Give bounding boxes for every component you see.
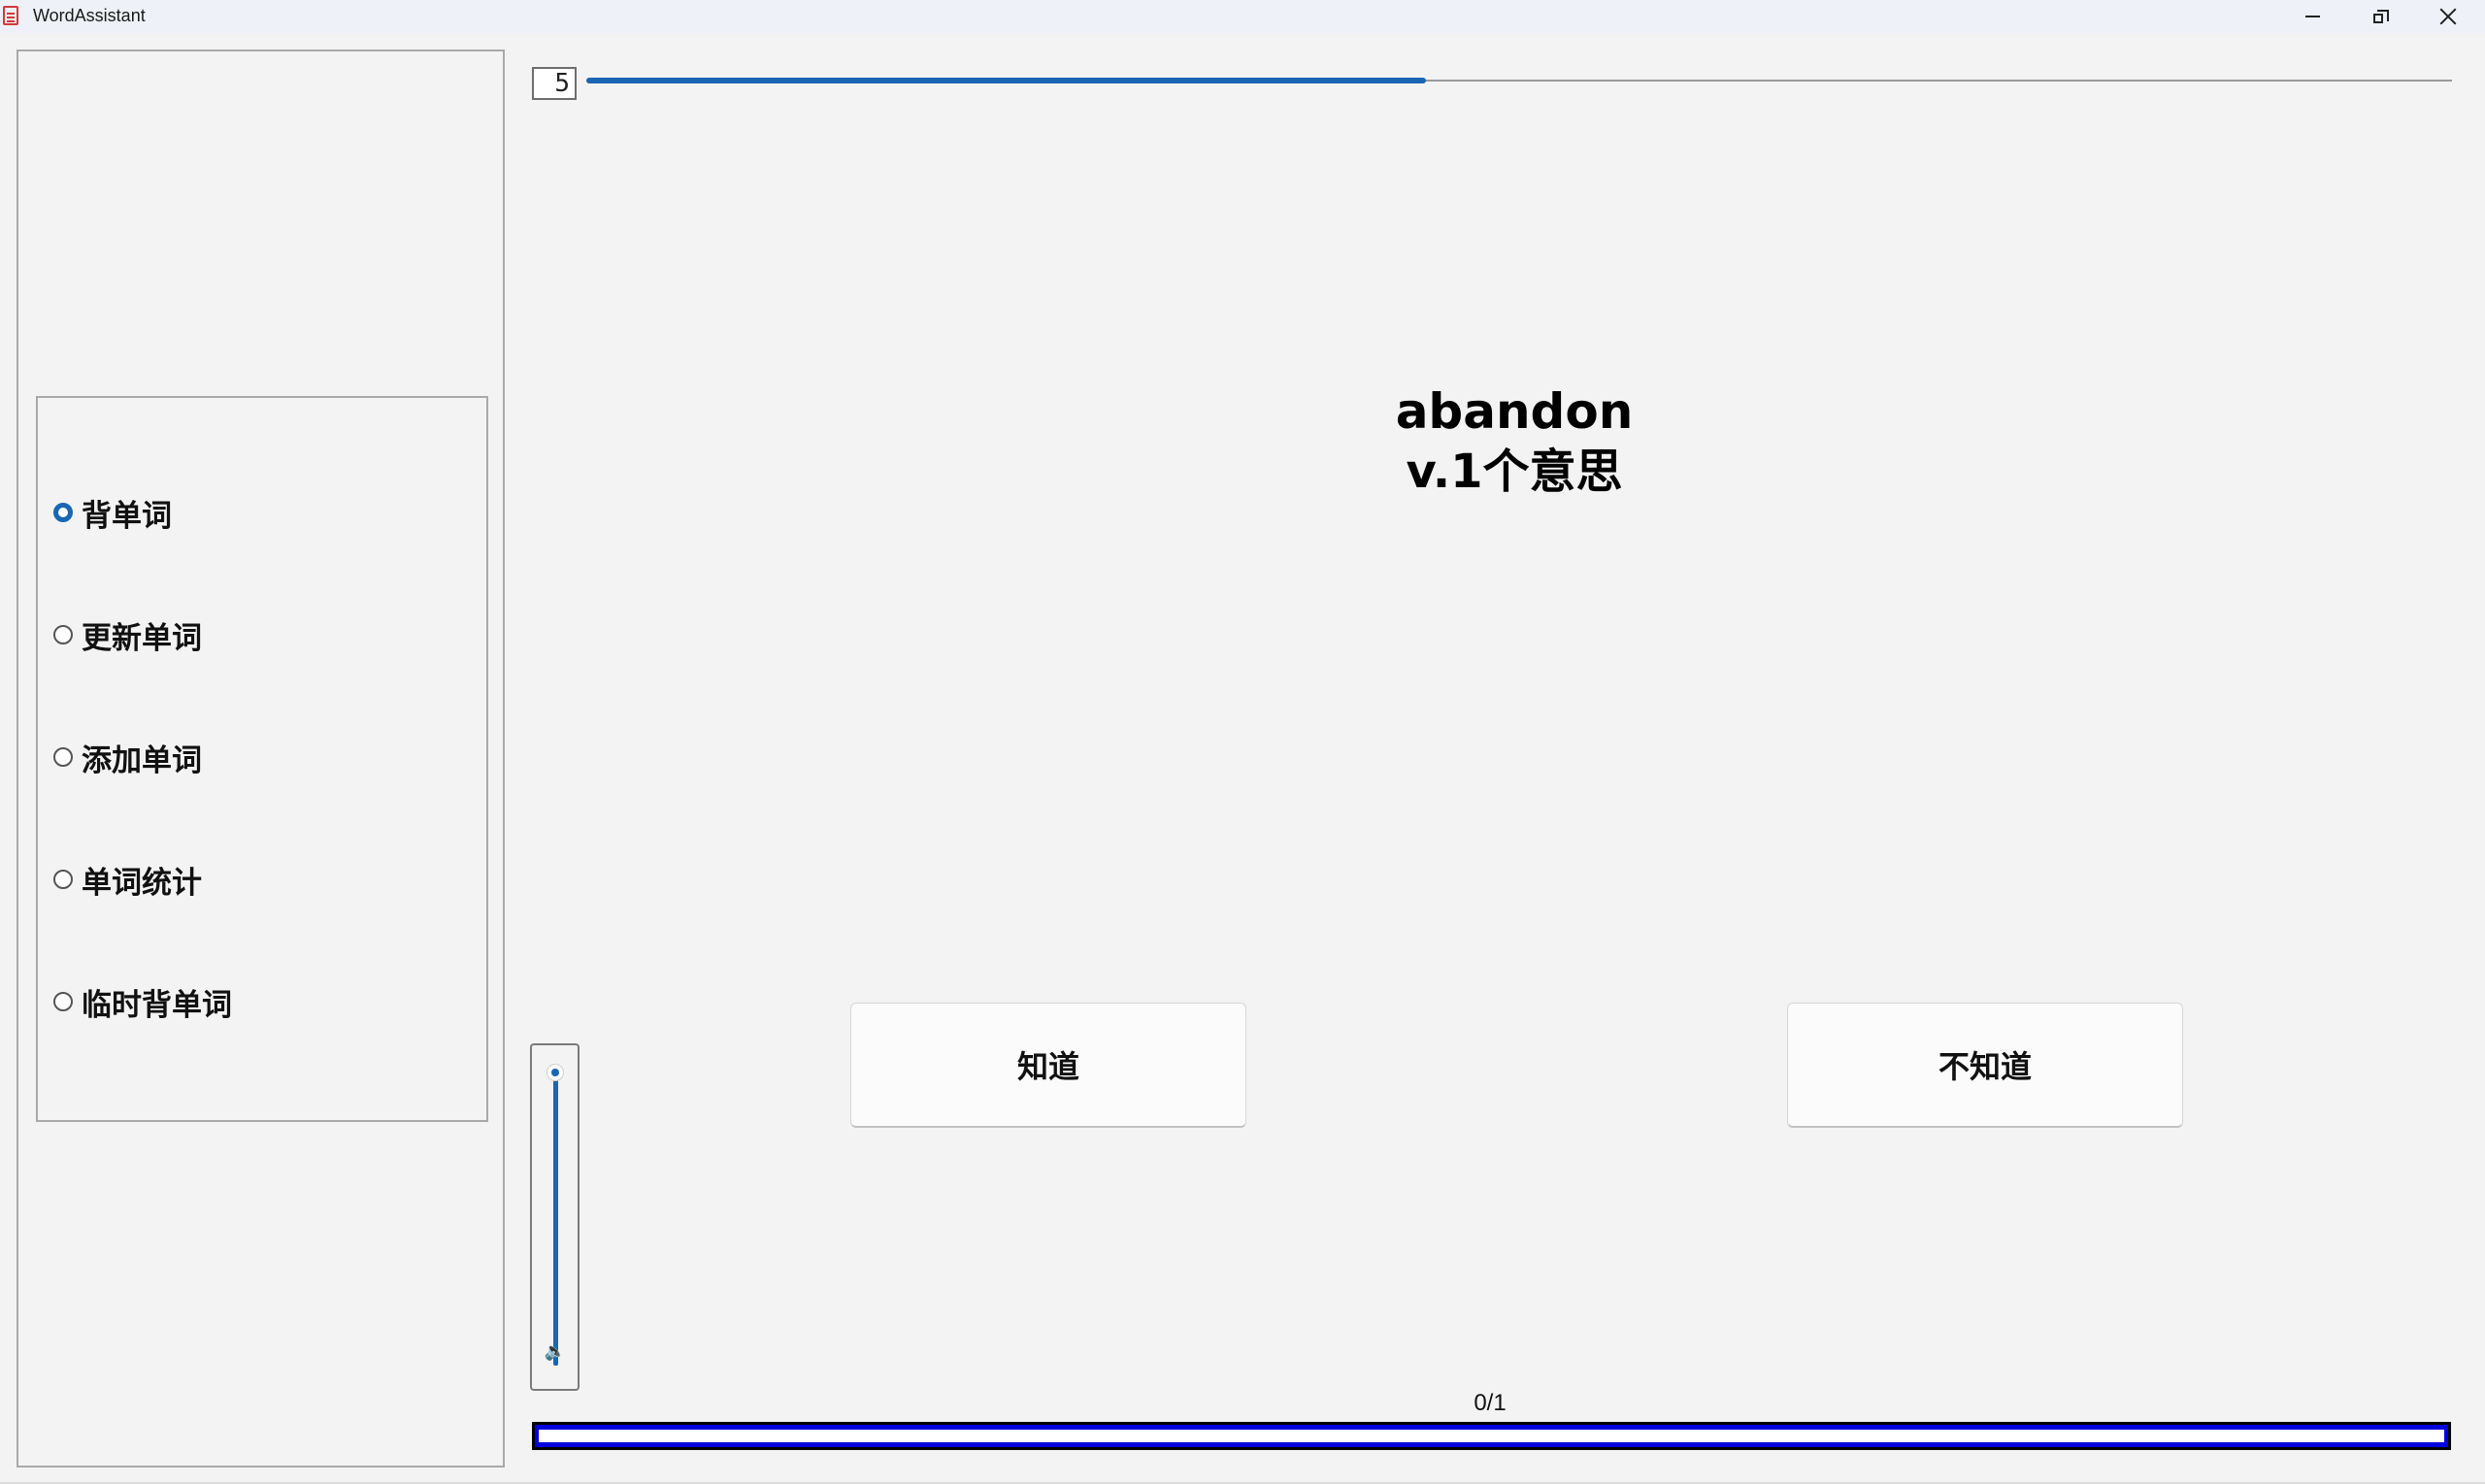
sidebar-item-add-words[interactable]: 添加单词: [53, 738, 202, 778]
progress-bar: [532, 1422, 2451, 1450]
sidebar-item-label: 更新单词: [82, 620, 202, 656]
sidebar-item-word-stats[interactable]: 单词统计: [53, 860, 202, 901]
radio-memorize[interactable]: [53, 503, 73, 522]
top-slider-fill: [586, 78, 1426, 83]
radio-add-words[interactable]: [53, 747, 73, 767]
volume-slider-fill: [553, 1072, 558, 1366]
word-meaning: v.1个意思: [1406, 445, 1623, 499]
close-icon: [2438, 7, 2458, 26]
know-button[interactable]: 知道: [850, 1003, 1246, 1128]
sidebar-item-label: 临时背单词: [82, 987, 232, 1023]
sidebar-item-memorize[interactable]: 背单词: [53, 493, 172, 534]
sidebar-item-label: 单词统计: [82, 865, 202, 901]
sidebar-item-label: 添加单词: [82, 742, 202, 778]
radio-update-words[interactable]: [53, 625, 73, 644]
sidebar-item-label: 背单词: [82, 498, 172, 534]
sidebar-item-update-words[interactable]: 更新单词: [53, 615, 202, 656]
progress-trough: [539, 1430, 2444, 1442]
radio-temp-memorize[interactable]: [53, 992, 73, 1011]
volume-slider-thumb[interactable]: [547, 1065, 563, 1080]
title-bar: WordAssistant: [0, 0, 2485, 33]
volume-control: 🔈: [530, 1043, 580, 1391]
minimize-icon: [2304, 16, 2320, 17]
progress-bar-frame: [535, 1425, 2448, 1447]
app-icon: [3, 6, 18, 25]
sidebar-item-temp-memorize[interactable]: 临时背单词: [53, 982, 232, 1023]
dont-know-button[interactable]: 不知道: [1787, 1003, 2183, 1128]
speaker-icon[interactable]: 🔈: [544, 1341, 567, 1363]
restore-icon: [2372, 9, 2389, 24]
current-word: abandon: [1395, 383, 1634, 440]
close-button[interactable]: [2415, 0, 2481, 33]
radio-word-stats[interactable]: [53, 870, 73, 889]
count-spinbox[interactable]: 5: [532, 67, 577, 100]
window-title: WordAssistant: [33, 6, 146, 25]
progress-label: 0/1: [1474, 1390, 1507, 1416]
minimize-button[interactable]: [2279, 0, 2345, 33]
restore-button[interactable]: [2347, 0, 2413, 33]
